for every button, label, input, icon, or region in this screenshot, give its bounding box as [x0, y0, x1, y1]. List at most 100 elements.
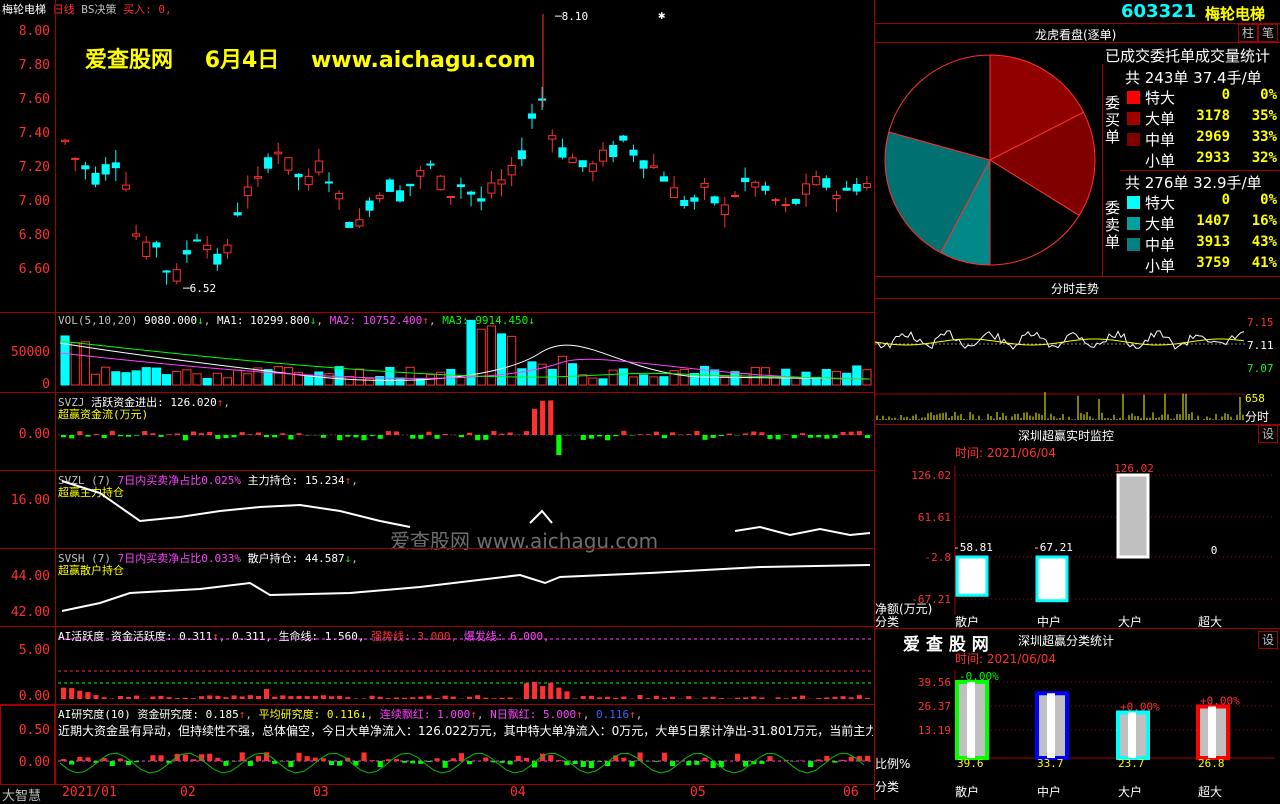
svzj-panel[interactable]: SVZJ 活跃资金进出: 126.020↑, 超赢资金流(万元) 0.00 — [0, 392, 874, 471]
activity-bar — [451, 697, 456, 699]
column-toggle-button[interactable]: 柱 — [1238, 24, 1258, 42]
flow-bar — [540, 401, 545, 435]
activity-bar — [321, 695, 326, 699]
research-bar — [694, 761, 699, 765]
svsh-panel[interactable]: SVSH (7) 7日内买卖净占比0.033% 散户持仓: 44.587↓, 超… — [0, 548, 874, 627]
activity-bar — [207, 695, 212, 699]
volume-bar — [680, 369, 688, 385]
flow-bar — [167, 434, 172, 435]
research-bars — [0, 705, 874, 785]
legend-swatch — [1127, 133, 1140, 146]
flow-bar — [378, 435, 383, 439]
ai-activity-panel[interactable]: AI活跃度 资金活跃度: 0.311↑, 0.311, 生命线: 1.560, … — [0, 626, 874, 705]
flow-bar — [491, 431, 496, 435]
research-bar — [378, 761, 383, 767]
activity-bar — [353, 698, 358, 699]
candle-body — [143, 242, 150, 256]
class-pct: +0.00% — [1120, 700, 1160, 713]
activity-bar — [126, 697, 131, 699]
activity-bar — [93, 695, 98, 699]
activity-bar — [256, 696, 261, 699]
flow-bar — [410, 435, 415, 439]
svzl-panel[interactable]: SVZL (7) 7日内买卖净占比0.025% 主力持仓: 15.234↑, 超… — [0, 470, 874, 549]
candle-body — [518, 151, 525, 159]
volume-bar — [284, 368, 292, 385]
tick-toggle-button[interactable]: 笔 — [1258, 24, 1278, 42]
volume-bar — [244, 374, 252, 385]
buy-row-pct: 33% — [1235, 129, 1277, 145]
research-bar — [426, 761, 431, 762]
research-bar — [337, 761, 342, 766]
research-bar — [508, 761, 513, 764]
candle-body — [325, 182, 332, 183]
activity-bar — [581, 696, 586, 699]
activity-bar — [272, 697, 277, 699]
research-bar — [361, 752, 366, 761]
research-bar — [654, 761, 659, 762]
activity-bar — [426, 696, 431, 699]
sell-row-count: 3913 — [1185, 234, 1230, 250]
intraday-vol: 658 — [1245, 392, 1265, 405]
volume-bar — [193, 374, 201, 385]
flow-bar — [426, 432, 431, 435]
volume-bar — [528, 362, 536, 385]
volume-bar — [366, 379, 374, 385]
flow-bar — [483, 435, 488, 440]
research-bar — [670, 761, 675, 766]
flow-bar — [443, 434, 448, 435]
monitor-title: 深圳超赢实时监控 — [1018, 427, 1114, 444]
sell-row-count: 3759 — [1185, 255, 1230, 271]
legend-swatch — [1127, 91, 1140, 104]
monitor-bar — [1118, 475, 1148, 557]
ma2-line — [60, 353, 870, 379]
main-chart-panel[interactable]: 梅轮电梯 日线 BS决策 买入: 0, 爱查股网 6月4日 www.aichag… — [0, 0, 874, 312]
monitor-settings-button[interactable]: 设 — [1258, 425, 1278, 443]
research-bar — [215, 758, 220, 761]
volume-bar — [132, 371, 140, 385]
time-axis[interactable]: 大智慧 2021/01 02 03 04 05 06 — [0, 784, 874, 801]
monitor-value: 126.02 — [1114, 462, 1154, 475]
flow-bar — [264, 435, 269, 437]
vol-panel[interactable]: VOL(5,10,20) 9080.000↓, MA1: 10299.800↓,… — [0, 312, 874, 393]
volume-bar — [609, 370, 617, 385]
activity-bar — [61, 688, 66, 699]
ai-research-panel[interactable]: AI研究度(10) 资金研究度: 0.185↑, 平均研究度: 0.116↓, … — [0, 704, 874, 785]
research-bar — [69, 761, 74, 764]
flow-bar — [467, 433, 472, 435]
research-bar — [134, 761, 139, 762]
research-bar — [329, 761, 334, 765]
candle-body — [112, 163, 119, 168]
volume-bar — [457, 378, 465, 385]
flow-bar — [370, 435, 375, 436]
sell-row-label: 中单 — [1145, 234, 1175, 255]
intraday-ytick: 7.15 — [1247, 316, 1274, 329]
candle-body — [549, 136, 556, 139]
activity-bar — [134, 696, 139, 699]
flow-bar — [767, 435, 772, 439]
class-ytick: 26.37 — [918, 700, 951, 713]
research-bar — [313, 758, 318, 761]
activity-bar — [751, 696, 756, 699]
research-bar — [516, 756, 521, 761]
activity-bar — [264, 689, 269, 699]
activity-bar — [792, 697, 797, 699]
activity-bar — [158, 696, 163, 699]
activity-bar — [719, 698, 724, 699]
ai-activity-bars — [0, 627, 874, 705]
flow-bar — [646, 434, 651, 435]
activity-bar — [483, 698, 488, 699]
research-bar — [743, 761, 748, 767]
class-settings-button[interactable]: 设 — [1258, 631, 1278, 649]
volume-bar — [599, 379, 607, 385]
volume-bar — [234, 370, 242, 385]
flow-bar — [288, 435, 293, 439]
candle-body — [102, 165, 109, 174]
flow-bar — [719, 435, 724, 436]
monitor-bar — [957, 557, 987, 595]
research-bar — [800, 760, 805, 761]
activity-bar — [223, 697, 228, 699]
flow-bar — [361, 435, 366, 440]
activity-bar — [296, 696, 301, 699]
flow-bar — [418, 435, 423, 439]
flow-bar — [621, 431, 626, 435]
